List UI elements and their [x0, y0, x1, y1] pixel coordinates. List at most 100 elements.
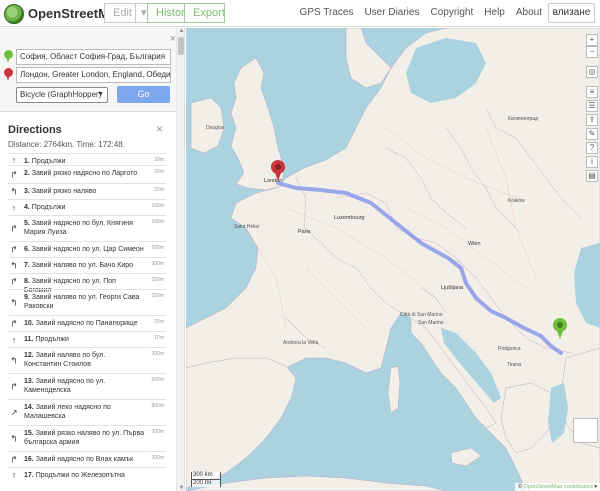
nav-gps-traces[interactable]: GPS Traces [300, 7, 354, 18]
overview-map[interactable] [573, 418, 598, 443]
direction-step[interactable]: ↰ 15. Завий рязко наляво по ул. Първа бъл… [7, 425, 166, 451]
nav-copyright[interactable]: Copyright [430, 7, 473, 18]
direction-step-text: 11. Продължи [24, 335, 144, 344]
turn-arrow-icon: ↱ [10, 223, 18, 233]
legend-icon[interactable]: ☰ [586, 100, 598, 112]
nav-links: GPS Traces User Diaries Copyright Help A… [300, 7, 542, 18]
direction-step-number: 2. [24, 170, 30, 177]
direction-step-distance: 800m [151, 403, 164, 409]
direction-step[interactable]: ↰ 3. Завий рязко наляво 20m [7, 183, 166, 199]
turn-arrow-icon: ↱ [10, 169, 18, 179]
layers-icon[interactable]: ≡ [586, 86, 598, 98]
scroll-down-icon[interactable]: ▼ [177, 485, 184, 491]
direction-step-number: 14. [24, 404, 34, 411]
turn-arrow-icon: ↑ [11, 154, 17, 165]
direction-step-instruction: Завий рязко наляво [31, 188, 97, 195]
export-button[interactable]: Export [185, 3, 225, 23]
osm-logo-icon[interactable] [4, 4, 24, 24]
direction-step-instruction: Завий леко надясно по Малашевска [24, 404, 111, 420]
direction-step[interactable]: ↰ 9. Завий наляво по ул. Георги Сава Рако… [7, 289, 166, 315]
direction-step-text: 14. Завий леко надясно по Малашевска [24, 403, 144, 421]
direction-step-distance: 150m [151, 277, 164, 283]
direction-step-text: 2. Завий рязко надясно по Ларгото [24, 169, 144, 178]
direction-step[interactable]: ↱ 2. Завий рязко надясно по Ларгото 30m [7, 165, 166, 183]
direction-step-distance: 30m [154, 169, 164, 175]
share-icon[interactable]: ⇪ [586, 114, 598, 126]
close-directions-icon[interactable]: × [156, 122, 163, 136]
scroll-up-icon[interactable]: ▲ [177, 28, 184, 34]
turn-arrow-icon: ↰ [10, 355, 18, 365]
direction-step[interactable]: ↑ 4. Продължи 160m [7, 199, 166, 215]
direction-step-number: 16. [24, 456, 34, 463]
direction-step-distance: 200m [151, 429, 164, 435]
land-iberia [186, 357, 297, 489]
direction-step-distance: 300m [151, 261, 164, 267]
direction-step[interactable]: ↗ 14. Завий леко надясно по Малашевска 800… [7, 399, 166, 425]
direction-step-text: 10. Завий надясно по Панагюрище [24, 319, 144, 328]
direction-step[interactable]: ↑ 1. Продължи 30m [7, 153, 166, 165]
turn-arrow-icon: ↑ [11, 334, 17, 345]
direction-step[interactable]: ↱ 6. Завий надясно по ул. Цар Симеон 500m [7, 241, 166, 257]
direction-step[interactable]: ↱ 10. Завий надясно по Панагюрище 20m [7, 315, 166, 331]
turn-arrow-icon: ↰ [10, 297, 18, 307]
nav-help[interactable]: Help [484, 7, 505, 18]
direction-step[interactable]: ↱ 16. Завий надясно по Влах камък 200m [7, 451, 166, 467]
direction-step-distance: 500m [151, 245, 164, 251]
nav-about[interactable]: About [516, 7, 542, 18]
map-view[interactable]: Douglas London Luxembourg Paris Saint He… [186, 28, 600, 491]
map-label-ljubljana: Ljubljana [441, 285, 464, 291]
direction-step-instruction: Завий надясно по ул. Цар Симеон [31, 246, 144, 253]
direction-step-instruction: Продължи [31, 204, 66, 211]
locate-icon[interactable]: ◎ [586, 66, 598, 78]
direction-step[interactable]: ↱ 13. Завий надясно по ул. Каменоделска 60… [7, 373, 166, 399]
direction-step-distance: 30m [154, 157, 164, 163]
map-label-paris: Paris [298, 229, 311, 235]
routing-engine-select[interactable]: Bicycle (GraphHopper) ▼ [16, 87, 108, 103]
sidebar-scrollbar[interactable]: ▲ ▼ [176, 28, 184, 491]
direction-step-text: 4. Продължи [24, 203, 144, 212]
direction-step-distance: 200m [151, 351, 164, 357]
direction-step[interactable]: ↑ 11. Продължи 10m [7, 331, 166, 347]
direction-step-number: 11. [24, 336, 34, 343]
attribution-link[interactable]: OpenStreetMap contributors [524, 484, 593, 490]
direction-step[interactable]: ↰ 7. Завий наляво по ул. Бачо Киро 300m [7, 257, 166, 273]
direction-step-number: 6. [24, 246, 30, 253]
go-button[interactable]: Go [117, 86, 170, 103]
turn-arrow-icon: ↰ [10, 260, 18, 270]
turn-arrow-icon: ↰ [10, 186, 18, 196]
edit-button[interactable]: Edit [104, 3, 136, 23]
info-icon[interactable]: i [586, 156, 598, 168]
nav-user-diaries[interactable]: User Diaries [364, 7, 419, 18]
direction-step-distance: 200m [151, 455, 164, 461]
comment-icon[interactable]: ▤ [586, 170, 598, 182]
zoom-out-button[interactable]: − [586, 46, 598, 58]
start-map-marker-icon[interactable] [553, 318, 567, 340]
direction-step-text: 5. Завий надясно по бул. Княгиня Мария Л… [24, 219, 144, 237]
direction-step-text: 3. Завий рязко наляво [24, 187, 144, 196]
zoom-in-button[interactable]: + [586, 34, 598, 46]
direction-step[interactable]: ↰ 12. Завий наляво по бул. Константин Сто… [7, 347, 166, 373]
chevron-down-icon: ▼ [97, 91, 104, 98]
route-from-input[interactable]: София, Област София-Град, България [16, 49, 171, 65]
end-map-marker-icon[interactable] [271, 160, 285, 182]
direction-step[interactable]: ↑ 17. Продължи по Железопътна [7, 467, 166, 481]
history-button[interactable]: History [147, 3, 190, 23]
chevron-down-icon: ▾ [141, 7, 147, 19]
scrollbar-thumb[interactable] [178, 37, 184, 55]
direction-step-text: 9. Завий наляво по ул. Георги Сава Раков… [24, 293, 144, 311]
direction-step-instruction: Завий надясно по Панагюрище [35, 320, 138, 327]
direction-step-number: 12. [24, 352, 34, 359]
direction-step-instruction: Продължи по Железопътна [35, 472, 125, 479]
query-icon[interactable]: ? [586, 142, 598, 154]
direction-step-number: 13. [24, 378, 34, 385]
note-icon[interactable]: ✎ [586, 128, 598, 140]
direction-step-instruction: Продължи [31, 158, 66, 165]
route-to-input[interactable]: Лондон, Greater London, England, Обедин [16, 67, 171, 83]
direction-step[interactable]: ↱ 8. Завий надясно по ул. Поп Богомил 150m [7, 273, 166, 294]
direction-step[interactable]: ↱ 5. Завий надясно по бул. Княгиня Мария … [7, 215, 166, 241]
turn-arrow-icon: ↱ [10, 244, 18, 254]
map-label-saint-helier: Saint Helier [234, 224, 260, 230]
land-sardinia [387, 365, 401, 414]
direction-step-number: 17. [24, 472, 34, 479]
login-button[interactable]: влизане [548, 3, 595, 23]
